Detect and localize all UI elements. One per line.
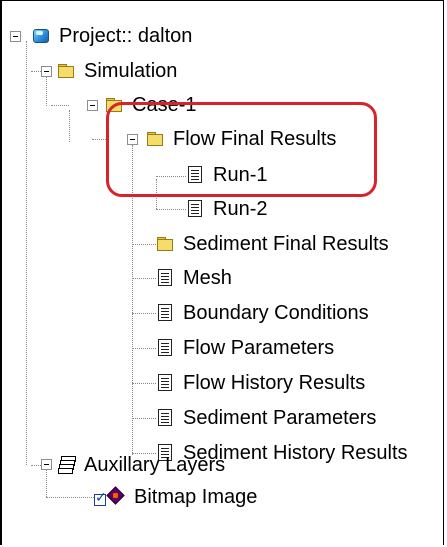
tree-line — [132, 145, 133, 455]
document-icon — [156, 339, 174, 357]
collapse-toggle-simulation[interactable] — [41, 66, 52, 77]
tree-node-simulation[interactable]: Simulation — [57, 54, 177, 88]
tree-line — [51, 105, 69, 106]
tree-line — [132, 244, 156, 245]
tree-line — [26, 41, 27, 465]
tree-line — [156, 209, 186, 210]
tree-node-label: Sediment Parameters — [183, 407, 377, 429]
tree-node-label: Flow History Results — [183, 372, 366, 394]
collapse-toggle-flow-final-results[interactable] — [127, 134, 138, 145]
collapse-toggle-project[interactable] — [10, 31, 21, 42]
collapse-toggle-auxiliary[interactable] — [41, 459, 52, 470]
folder-icon — [105, 96, 123, 114]
tree-node-flow-history-results[interactable]: Flow History Results — [156, 366, 365, 400]
tree-node-label: Case-1 — [132, 94, 197, 116]
tree-node-auxiliary-layers[interactable]: Auxillary Layers — [57, 448, 225, 482]
document-icon — [156, 409, 174, 427]
tree-line — [156, 179, 157, 209]
tree-node-flow-parameters[interactable]: Flow Parameters — [156, 331, 334, 365]
document-icon — [186, 200, 204, 218]
tree-node-label: Mesh — [183, 267, 232, 289]
document-icon — [186, 166, 204, 184]
tree-node-label: Simulation — [84, 60, 178, 82]
tree-node-label: Auxillary Layers — [84, 454, 226, 476]
diamond-center-icon — [113, 493, 118, 498]
tree-node-flow-final-results[interactable]: Flow Final Results — [146, 122, 336, 156]
tree-node-label: Project:: dalton — [59, 25, 193, 47]
tree-node-label: Flow Parameters — [183, 337, 335, 359]
folder-icon — [146, 130, 164, 148]
tree-node-mesh[interactable]: Mesh — [156, 261, 232, 295]
folder-icon — [57, 62, 75, 80]
tree-line — [156, 176, 186, 177]
document-icon — [156, 304, 174, 322]
visibility-checkbox[interactable] — [94, 490, 107, 506]
tree-node-sediment-final-results[interactable]: Sediment Final Results — [156, 227, 389, 261]
tree-line — [92, 139, 106, 140]
tree-line — [69, 110, 70, 142]
tree-node-label: Run-2 — [213, 198, 268, 220]
tree-line — [132, 348, 156, 349]
tree-node-run-1[interactable]: Run-1 — [186, 158, 267, 192]
tree-node-run-2[interactable]: Run-2 — [186, 192, 267, 226]
tree-node-label: Flow Final Results — [173, 128, 337, 150]
tree-node-label: Boundary Conditions — [183, 302, 369, 324]
tree-line — [132, 278, 156, 279]
tree-line — [46, 469, 47, 497]
collapse-toggle-case[interactable] — [87, 100, 98, 111]
tree-line — [132, 418, 156, 419]
tree-node-project[interactable]: Project:: dalton — [32, 19, 192, 53]
tree-line — [132, 383, 156, 384]
tree-node-bitmap-image[interactable]: Bitmap Image — [94, 480, 257, 514]
tree-node-label: Bitmap Image — [134, 486, 258, 508]
document-icon — [156, 269, 174, 287]
document-icon — [156, 374, 174, 392]
tree-node-boundary-conditions[interactable]: Boundary Conditions — [156, 296, 369, 330]
layer-icons — [94, 486, 128, 507]
project-tree-panel: Project:: dalton Simulation Case-1 Flow … — [0, 0, 444, 545]
tree-line — [46, 497, 94, 498]
layers-icon — [57, 456, 76, 474]
project-cube-icon — [32, 27, 50, 45]
tree-node-sediment-parameters[interactable]: Sediment Parameters — [156, 401, 376, 435]
tree-line — [132, 313, 156, 314]
tree-line — [46, 76, 47, 106]
tree-node-label: Run-1 — [213, 164, 268, 186]
tree-node-label: Sediment Final Results — [183, 233, 389, 255]
folder-icon — [156, 235, 174, 253]
tree-node-case[interactable]: Case-1 — [105, 88, 196, 122]
